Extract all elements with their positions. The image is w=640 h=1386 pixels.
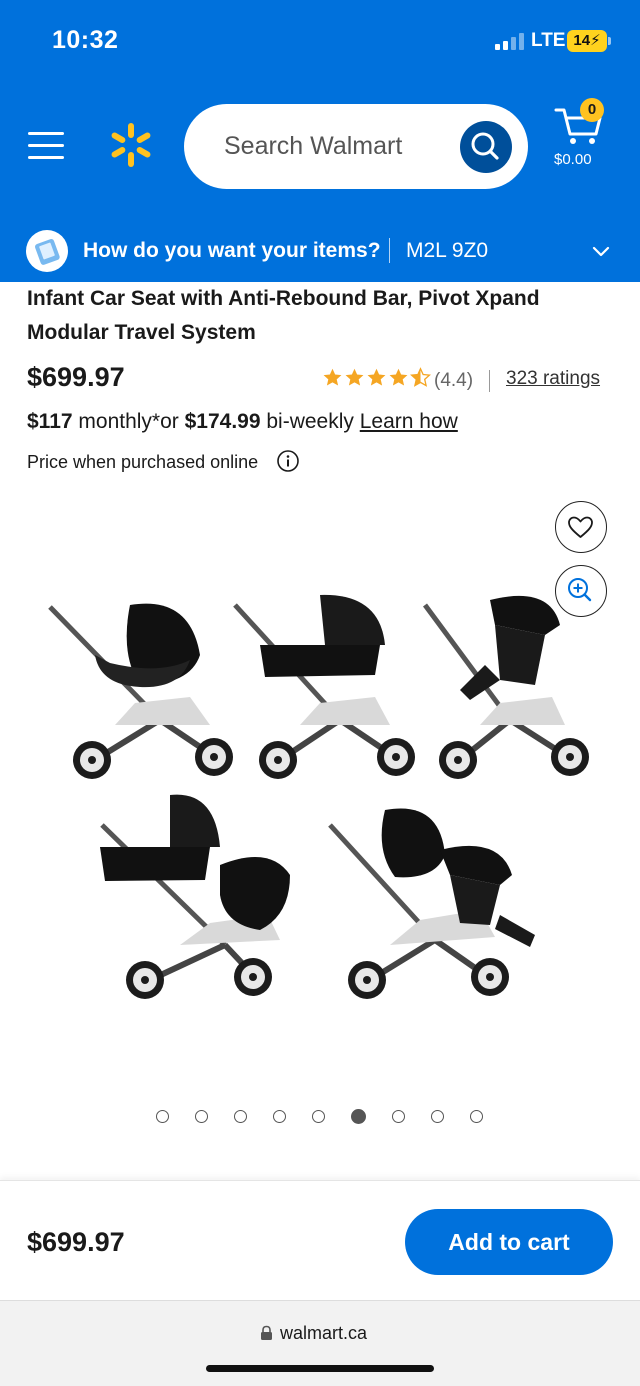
status-time: 10:32 <box>52 26 119 54</box>
cart-total: $0.00 <box>554 151 592 168</box>
search-icon <box>471 132 499 160</box>
heart-icon <box>568 516 593 538</box>
stroller-double-bassinet-config <box>100 794 290 999</box>
home-indicator[interactable] <box>206 1365 434 1372</box>
star-half-icon <box>410 367 431 387</box>
delivery-question: How do you want your items? <box>83 239 381 262</box>
star-full-icon <box>389 368 408 386</box>
battery-level: 14 <box>573 32 591 49</box>
lock-icon <box>261 1325 272 1340</box>
search-placeholder: Search Walmart <box>224 132 403 160</box>
cart-count-badge: 0 <box>580 98 604 122</box>
monthly-amount: $117 <box>27 410 73 433</box>
network-label: LTE <box>531 30 566 51</box>
battery-icon: 14⚡ <box>567 30 611 52</box>
delivery-selector[interactable]: How do you want your items? M2L 9Z0 <box>0 228 640 282</box>
product-image[interactable] <box>40 585 600 1005</box>
stroller-double-seat-config <box>328 808 535 999</box>
pagination-dot[interactable] <box>273 1110 286 1123</box>
ratings-count-link[interactable]: 323 ratings <box>506 368 600 390</box>
price-note: Price when purchased online <box>27 452 259 472</box>
star-full-icon <box>345 368 364 386</box>
url-text: walmart.ca <box>280 1323 368 1343</box>
header: 10:32 LTE 14⚡ Search Walmart 0 $0.00 How… <box>0 0 640 282</box>
pagination-dot[interactable] <box>351 1109 366 1124</box>
product-price: $699.97 <box>27 362 125 392</box>
bottom-price: $699.97 <box>27 1227 125 1257</box>
browser-url-bar[interactable]: walmart.ca <box>0 1300 640 1386</box>
menu-icon[interactable] <box>28 130 64 160</box>
search-input[interactable]: Search Walmart <box>184 104 528 189</box>
stroller-bassinet-config <box>233 594 415 779</box>
pagination-dot[interactable] <box>234 1110 247 1123</box>
monthly-text: monthly*or <box>72 410 185 433</box>
rating-value: (4.4) <box>434 370 474 391</box>
star-full-icon <box>367 368 386 386</box>
rating-divider <box>489 370 490 392</box>
pagination-dot[interactable] <box>195 1110 208 1123</box>
financing-info: $117 monthly*or $174.99 bi-weekly Learn … <box>27 410 458 434</box>
biweekly-text: bi-weekly <box>260 410 360 433</box>
delivery-divider <box>389 238 390 263</box>
info-icon[interactable] <box>276 449 300 473</box>
favorite-button[interactable] <box>555 501 607 553</box>
star-full-icon <box>323 368 342 386</box>
chevron-down-icon[interactable] <box>592 242 610 260</box>
biweekly-amount: $174.99 <box>184 410 261 433</box>
search-button[interactable] <box>460 121 512 173</box>
pagination-dot[interactable] <box>470 1110 483 1123</box>
learn-how-link[interactable]: Learn how <box>360 410 458 433</box>
product-title: Infant Car Seat with Anti-Rebound Bar, P… <box>27 287 540 344</box>
pagination-dot[interactable] <box>392 1110 405 1123</box>
pagination-dot[interactable] <box>156 1110 169 1123</box>
delivery-phone-icon <box>26 230 68 272</box>
postal-code: M2L 9Z0 <box>406 239 489 262</box>
rating-stars[interactable] <box>322 367 431 388</box>
add-to-cart-button[interactable]: Add to cart <box>405 1209 613 1275</box>
stroller-toddler-seat-config <box>422 595 589 779</box>
sticky-cart-bar: $699.97 Add to cart <box>0 1180 640 1300</box>
stroller-car-seat-config <box>48 603 233 779</box>
signal-strength-icon <box>495 32 524 50</box>
pagination-dot[interactable] <box>431 1110 444 1123</box>
walmart-spark-icon[interactable] <box>108 122 154 168</box>
pagination-dot[interactable] <box>312 1110 325 1123</box>
image-pagination[interactable] <box>156 1109 483 1124</box>
